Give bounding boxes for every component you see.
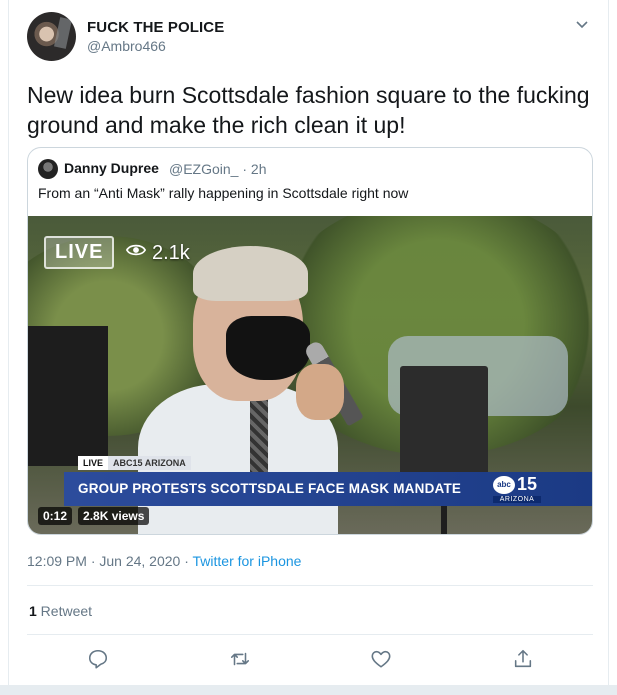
tweet-source[interactable]: Twitter for iPhone [193,553,302,569]
tweet-text: New idea burn Scottsdale fashion square … [27,82,590,138]
tweet-meta: 12:09 PM · Jun 24, 2020 · Twitter for iP… [27,553,301,569]
retweet-icon[interactable] [229,648,253,672]
speaker-hand [296,364,344,420]
retweet-count: 1 [29,603,37,619]
like-icon[interactable] [370,648,394,672]
abc-logo-number: 15 [517,474,538,494]
live-badge: LIVE [44,236,115,269]
tweet-timestamp[interactable]: 12:09 PM · Jun 24, 2020 · [27,553,193,569]
author-name[interactable]: FUCK THE POLICE [87,19,224,36]
abc-logo-mark: abc [493,475,515,494]
reply-icon[interactable] [87,648,111,672]
avatar[interactable] [27,12,76,61]
face-mask [226,316,310,380]
retweet-stats[interactable]: 1 Retweet [29,603,92,619]
video-elapsed: 0:12 [38,507,73,525]
tweet-card: FUCK THE POLICE @Ambro466 New idea burn … [8,0,609,695]
chyron-tag: LIVE ABC15 ARIZONA [78,456,191,470]
divider [27,634,593,635]
action-bar [9,648,610,674]
quoted-tweet[interactable]: Danny Dupree @EZGoin_ · 2h From an “Anti… [27,147,593,535]
background-board [28,326,108,466]
station-logo: abc 15 ARIZONA [493,474,541,506]
quote-text: From an “Anti Mask” rally happening in S… [38,185,409,201]
chevron-down-icon[interactable] [574,16,590,32]
chyron-station: ABC15 ARIZONA [108,456,191,470]
viewer-count: 2.1k [125,240,190,266]
eye-icon [125,240,147,266]
quote-avatar[interactable] [38,159,58,179]
page-footer [0,685,617,695]
share-icon[interactable] [512,648,536,672]
author-handle[interactable]: @Ambro466 [87,38,166,54]
loudspeaker [400,366,488,476]
video-stats: 0:12 2.8K views [38,507,150,525]
quote-author-handle[interactable]: @EZGoin_ · 2h [169,161,266,177]
video-views: 2.8K views [78,507,150,525]
abc-logo-region: ARIZONA [493,496,541,503]
quote-author-name[interactable]: Danny Dupree [64,160,159,176]
retweet-label: Retweet [36,603,93,619]
chyron-live: LIVE [78,456,109,470]
video-player[interactable]: LIVE 2.1k LIVE ABC15 ARIZONA GROUP PROTE… [28,216,592,534]
viewer-count-value: 2.1k [152,241,190,264]
divider [27,585,593,586]
speaker-hair [193,246,308,301]
